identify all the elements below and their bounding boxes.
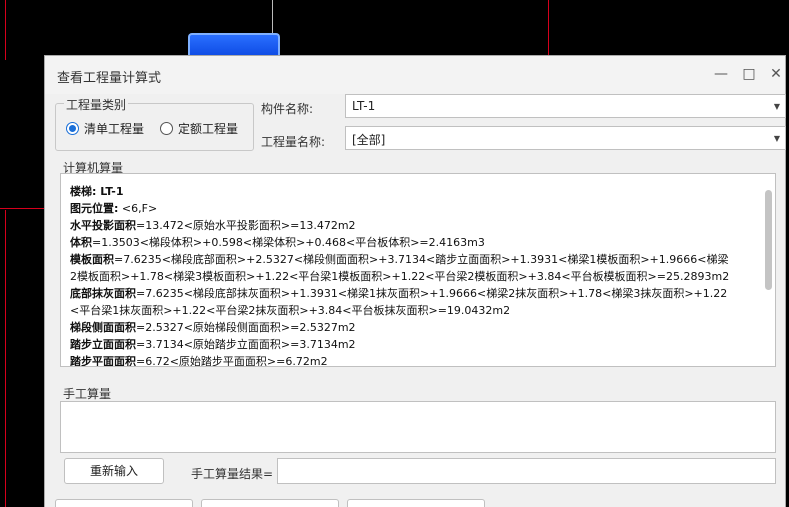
dialog-title: 查看工程量计算式: [57, 71, 162, 86]
manual-result-label: 手工算量结果=: [191, 467, 274, 481]
vertical-scrollbar[interactable]: [765, 190, 772, 290]
cad-red-line-left: [5, 0, 6, 60]
minimize-icon[interactable]: —: [712, 65, 730, 83]
calc-line: 踏步平面面积=6.72<原始踏步平面面积>=6.72m2: [70, 355, 328, 367]
cad-white-line: [272, 0, 273, 35]
calc-line: 梯段侧面面积=2.5327<原始梯段侧面面积>=2.5327m2: [70, 321, 356, 334]
chevron-down-icon: ▼: [773, 102, 780, 111]
radio-quota-quantity-label: 定额工程量: [178, 122, 239, 136]
calc-line: 踏步立面面积=3.7134<原始踏步立面面积>=3.7134m2: [70, 338, 356, 351]
radio-bill-quantity[interactable]: 清单工程量: [66, 120, 144, 137]
radio-selected-icon: [66, 122, 79, 135]
cad-red-line-lower: [5, 210, 6, 507]
manual-calc-legend: 手工算量: [63, 387, 112, 401]
calc-line: 体积=1.3503<梯段体积>+0.598<梯梁体积>+0.468<平台板体积>…: [70, 236, 485, 249]
cad-red-line-horizontal: [0, 208, 44, 209]
calc-line: 图元位置: <6,F>: [70, 202, 158, 215]
quantity-category-group: 工程量类别 清单工程量 定额工程量: [55, 96, 254, 151]
cad-red-line-right: [548, 0, 549, 60]
title-bar[interactable]: 查看工程量计算式 — □ ✕: [45, 56, 785, 94]
calc-line: 底部抹灰面积=7.6235<梯段底部抹灰面积>+1.3931<梯梁1抹灰面积>+…: [70, 287, 728, 300]
calc-line: <平台梁1抹灰面积>+1.22<平台梁2抹灰面积>+3.84<平台板抹灰面积>=…: [70, 304, 511, 317]
component-name-label: 构件名称:: [261, 102, 314, 116]
bottom-button-2[interactable]: [201, 499, 339, 507]
computer-calc-box[interactable]: 楼梯: LT-1 图元位置: <6,F> 水平投影面积=13.472<原始水平投…: [60, 173, 776, 367]
close-icon[interactable]: ✕: [767, 65, 785, 83]
bottom-button-1[interactable]: [55, 499, 193, 507]
calc-line: 水平投影面积=13.472<原始水平投影面积>=13.472m2: [70, 219, 356, 232]
quantity-name-select[interactable]: [全部] ▼: [345, 126, 786, 150]
component-name-select[interactable]: LT-1 ▼: [345, 94, 786, 118]
chevron-down-icon: ▼: [773, 134, 780, 143]
calc-line: 模板面积=7.6235<梯段底部面积>+2.5327<梯段侧面面积>+3.713…: [70, 253, 729, 266]
radio-unselected-icon: [160, 122, 173, 135]
reset-button[interactable]: 重新输入: [64, 458, 164, 484]
quantity-category-legend: 工程量类别: [64, 96, 129, 113]
manual-result-input[interactable]: [277, 458, 776, 484]
calc-line: 楼梯: LT-1: [70, 185, 124, 198]
calc-line: 2模板面积>+1.78<梯梁3模板面积>+1.22<平台梁1模板面积>+1.22…: [70, 270, 730, 283]
bottom-button-3[interactable]: [347, 499, 485, 507]
radio-quota-quantity[interactable]: 定额工程量: [160, 120, 238, 137]
quantity-formula-dialog: 查看工程量计算式 — □ ✕ 工程量类别 清单工程量 定额工程量 构件名称: L…: [44, 55, 786, 507]
quantity-name-value: [全部]: [352, 133, 386, 147]
quantity-name-label: 工程量名称:: [261, 135, 326, 149]
maximize-icon[interactable]: □: [740, 65, 758, 83]
manual-calc-input[interactable]: [60, 401, 776, 453]
component-name-value: LT-1: [352, 99, 376, 113]
radio-bill-quantity-label: 清单工程量: [84, 122, 145, 136]
